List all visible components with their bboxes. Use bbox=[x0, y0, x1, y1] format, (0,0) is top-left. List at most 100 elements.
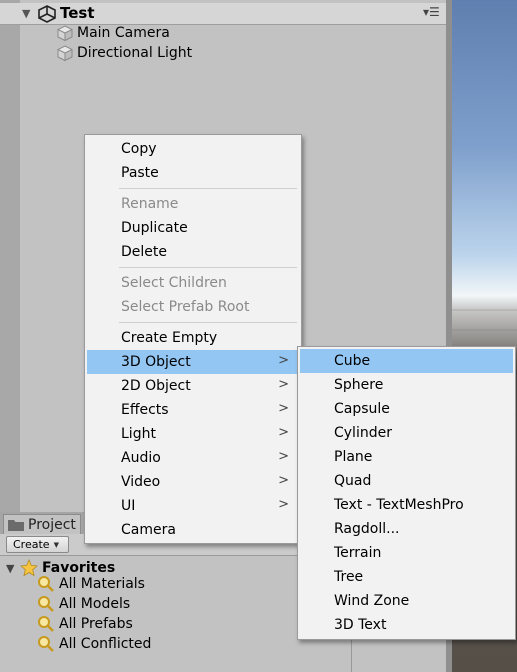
menu-item-label: Select Children bbox=[121, 275, 227, 291]
menu-item-2d-object[interactable]: 2D Object > bbox=[87, 374, 299, 398]
menu-item-label: Camera bbox=[121, 522, 176, 538]
submenu-item-label: Text - TextMeshPro bbox=[334, 497, 464, 513]
submenu-item-cube[interactable]: Cube bbox=[300, 349, 513, 373]
chevron-right-icon: > bbox=[278, 401, 289, 416]
submenu-item-label: 3D Text bbox=[334, 617, 387, 633]
unity-logo-icon bbox=[38, 5, 56, 23]
submenu-item-label: Tree bbox=[334, 569, 364, 585]
gameobject-icon bbox=[57, 25, 73, 42]
submenu-item-label: Sphere bbox=[334, 377, 384, 393]
submenu-item-label: Cylinder bbox=[334, 425, 392, 441]
3d-object-submenu: Cube Sphere Capsule Cylinder Plane Quad … bbox=[297, 346, 516, 640]
menu-item-select-prefab-root: Select Prefab Root bbox=[87, 295, 299, 319]
folder-icon bbox=[8, 519, 24, 531]
submenu-item-3d-text[interactable]: 3D Text bbox=[300, 613, 513, 637]
menu-item-delete[interactable]: Delete bbox=[87, 240, 299, 264]
gameobject-icon bbox=[57, 45, 73, 62]
menu-item-label: UI bbox=[121, 498, 136, 514]
menu-item-paste[interactable]: Paste bbox=[87, 161, 299, 185]
submenu-item-tree[interactable]: Tree bbox=[300, 565, 513, 589]
menu-item-label: Effects bbox=[121, 402, 169, 418]
chevron-right-icon: > bbox=[278, 497, 289, 512]
menu-item-label: Select Prefab Root bbox=[121, 299, 250, 315]
menu-separator bbox=[119, 267, 297, 268]
tab-project-label: Project bbox=[28, 516, 76, 533]
tab-project[interactable]: Project bbox=[3, 514, 81, 534]
favorite-search-label: All Prefabs bbox=[59, 616, 133, 632]
menu-item-audio[interactable]: Audio > bbox=[87, 446, 299, 470]
hierarchy-item-label: Directional Light bbox=[77, 45, 193, 61]
menu-item-label: Video bbox=[121, 474, 161, 490]
chevron-right-icon: > bbox=[278, 425, 289, 440]
hierarchy-item-label: Main Camera bbox=[77, 25, 170, 41]
submenu-item-capsule[interactable]: Capsule bbox=[300, 397, 513, 421]
favorite-search-item[interactable]: All Prefabs bbox=[37, 614, 133, 634]
menu-item-camera[interactable]: Camera bbox=[87, 518, 299, 542]
menu-separator bbox=[119, 188, 297, 189]
star-icon bbox=[20, 559, 38, 577]
submenu-item-label: Quad bbox=[334, 473, 372, 489]
menu-item-rename: Rename bbox=[87, 192, 299, 216]
search-icon bbox=[38, 576, 54, 592]
menu-item-label: Delete bbox=[121, 244, 167, 260]
menu-item-label: 2D Object bbox=[121, 378, 191, 394]
hierarchy-item-directional-light[interactable]: Directional Light bbox=[56, 43, 192, 63]
chevron-right-icon: > bbox=[278, 377, 289, 392]
menu-item-label: Paste bbox=[121, 165, 159, 181]
hierarchy-gutter bbox=[0, 0, 20, 512]
submenu-item-text-textmeshpro[interactable]: Text - TextMeshPro bbox=[300, 493, 513, 517]
menu-item-light[interactable]: Light > bbox=[87, 422, 299, 446]
submenu-item-plane[interactable]: Plane bbox=[300, 445, 513, 469]
submenu-item-sphere[interactable]: Sphere bbox=[300, 373, 513, 397]
favorite-search-label: All Models bbox=[59, 596, 131, 612]
submenu-item-wind-zone[interactable]: Wind Zone bbox=[300, 589, 513, 613]
submenu-item-quad[interactable]: Quad bbox=[300, 469, 513, 493]
submenu-item-label: Cube bbox=[334, 353, 371, 369]
favorite-search-label: All Conflicted bbox=[59, 636, 152, 652]
menu-item-label: Rename bbox=[121, 196, 179, 212]
create-button-label: Create bbox=[13, 538, 50, 551]
menu-item-label: Audio bbox=[121, 450, 161, 466]
submenu-item-cylinder[interactable]: Cylinder bbox=[300, 421, 513, 445]
favorite-search-item[interactable]: All Conflicted bbox=[37, 634, 151, 654]
menu-item-label: Light bbox=[121, 426, 156, 442]
search-icon bbox=[38, 616, 54, 632]
menu-separator bbox=[119, 322, 297, 323]
scene-header[interactable]: ▼ Test ▾☰ bbox=[0, 3, 446, 25]
submenu-item-label: Wind Zone bbox=[334, 593, 410, 609]
dropdown-arrow-icon: ▼ bbox=[53, 540, 59, 549]
create-button[interactable]: Create ▼ bbox=[6, 536, 69, 553]
scene-options-icon[interactable]: ▾☰ bbox=[423, 5, 440, 19]
menu-item-copy[interactable]: Copy bbox=[87, 137, 299, 161]
menu-item-3d-object[interactable]: 3D Object > bbox=[87, 350, 299, 374]
menu-item-effects[interactable]: Effects > bbox=[87, 398, 299, 422]
menu-item-label: Create Empty bbox=[121, 330, 218, 346]
chevron-right-icon: > bbox=[278, 353, 289, 368]
favorite-search-label: All Materials bbox=[59, 576, 145, 592]
chevron-right-icon: > bbox=[278, 449, 289, 464]
submenu-item-label: Capsule bbox=[334, 401, 390, 417]
hierarchy-context-menu: Copy Paste Rename Duplicate Delete Selec… bbox=[84, 134, 302, 544]
submenu-item-label: Terrain bbox=[334, 545, 382, 561]
submenu-item-label: Ragdoll... bbox=[334, 521, 400, 537]
scene-name: Test bbox=[60, 4, 95, 22]
search-icon bbox=[38, 596, 54, 612]
menu-item-select-children: Select Children bbox=[87, 271, 299, 295]
chevron-right-icon: > bbox=[278, 473, 289, 488]
menu-item-label: 3D Object bbox=[121, 354, 191, 370]
favorite-search-item[interactable]: All Materials bbox=[37, 574, 145, 594]
submenu-item-ragdoll[interactable]: Ragdoll... bbox=[300, 517, 513, 541]
search-icon bbox=[38, 636, 54, 652]
foldout-arrow-icon[interactable]: ▼ bbox=[22, 7, 30, 20]
menu-item-duplicate[interactable]: Duplicate bbox=[87, 216, 299, 240]
menu-item-video[interactable]: Video > bbox=[87, 470, 299, 494]
favorite-search-item[interactable]: All Models bbox=[37, 594, 130, 614]
menu-item-label: Copy bbox=[121, 141, 157, 157]
submenu-item-terrain[interactable]: Terrain bbox=[300, 541, 513, 565]
foldout-arrow-icon[interactable]: ▼ bbox=[6, 562, 20, 575]
hierarchy-item-main-camera[interactable]: Main Camera bbox=[56, 23, 170, 43]
menu-item-ui[interactable]: UI > bbox=[87, 494, 299, 518]
submenu-item-label: Plane bbox=[334, 449, 373, 465]
menu-item-label: Duplicate bbox=[121, 220, 188, 236]
menu-item-create-empty[interactable]: Create Empty bbox=[87, 326, 299, 350]
